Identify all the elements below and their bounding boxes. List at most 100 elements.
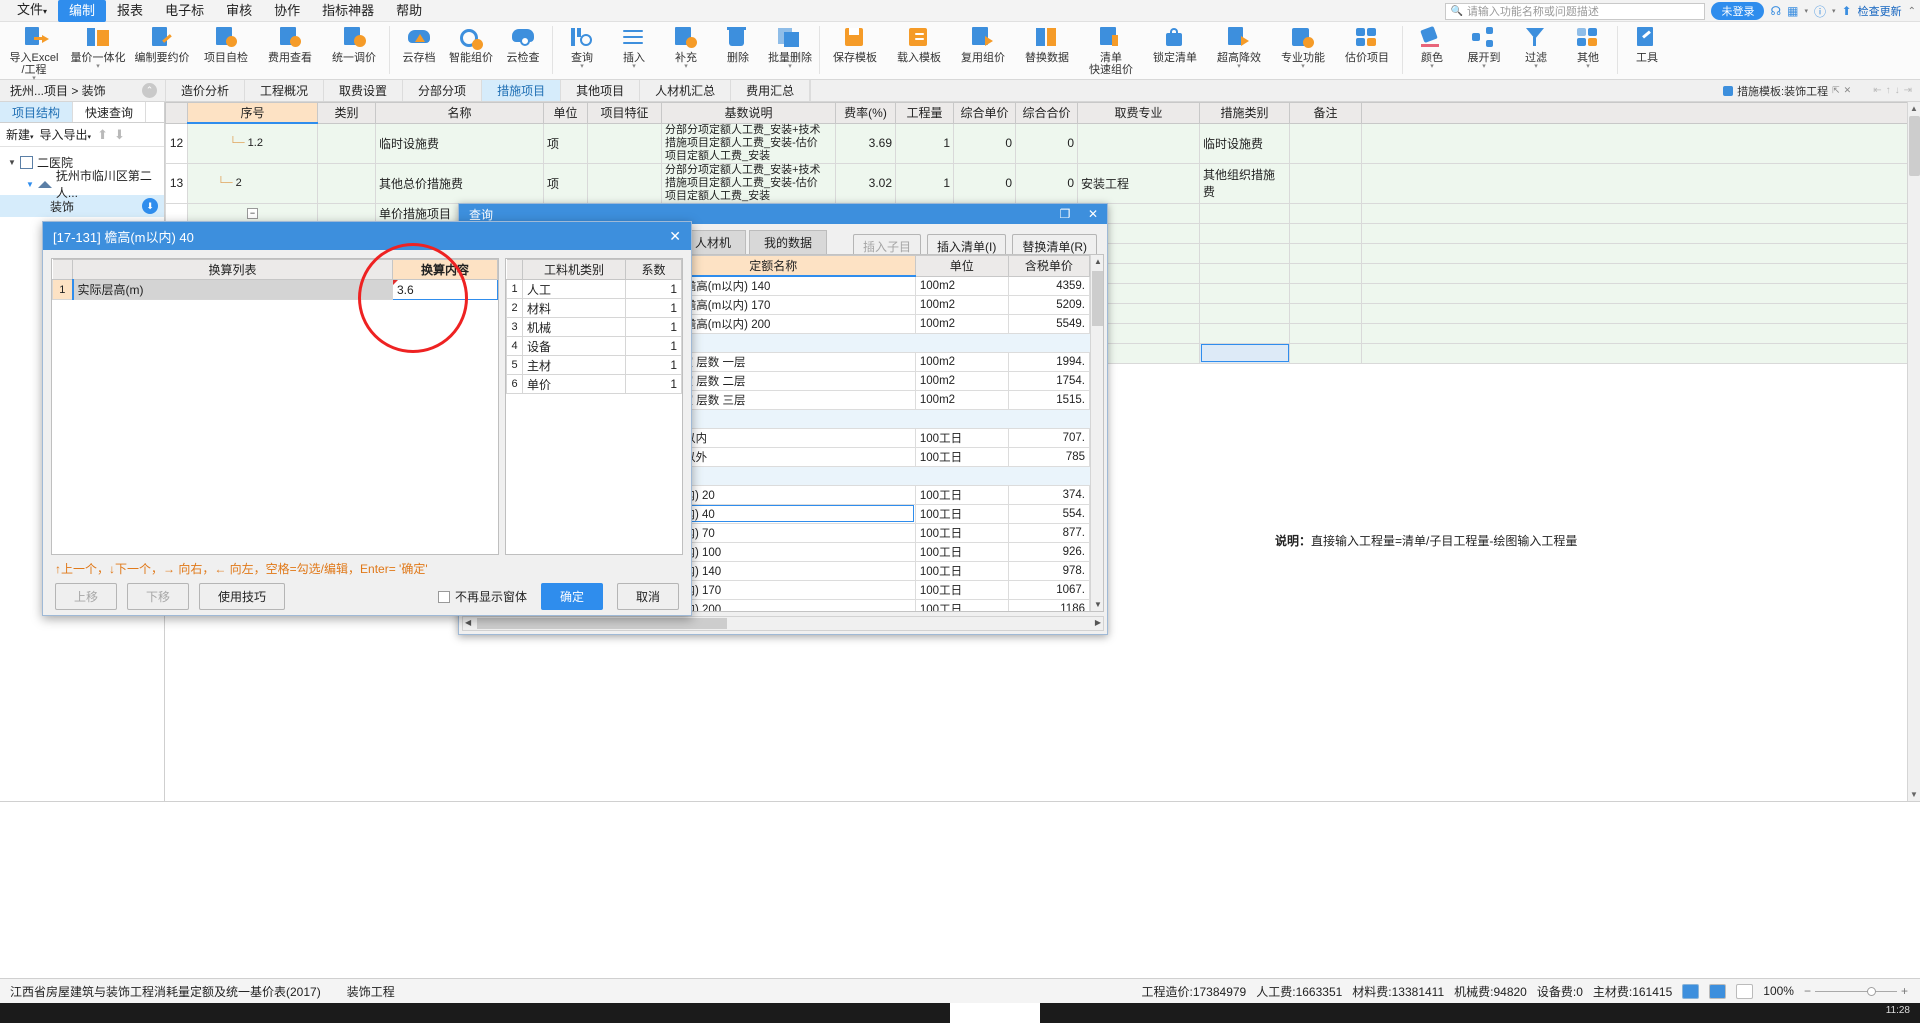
grid-apps-icon[interactable]: ▦ (1787, 4, 1798, 18)
col-header-remark[interactable]: 备注 (1289, 102, 1362, 124)
cell-seq[interactable]: └─ 2 (187, 162, 318, 204)
ribbon-estimate-project[interactable]: 估价项目 (1335, 24, 1399, 64)
kcell-label[interactable]: 机械 (522, 317, 626, 337)
col-header-feature[interactable]: 项目特征 (587, 102, 662, 124)
ribbon-cloud-archive[interactable]: 云存档 (393, 24, 445, 64)
qcell-unit[interactable]: 100工日 (914, 522, 1009, 543)
ribbon-smart-price[interactable]: 智能组价 (445, 24, 497, 64)
move-down-icon[interactable]: ⬇ (114, 127, 125, 143)
qcell-price[interactable]: 554. (1007, 503, 1090, 524)
qcell-unit[interactable]: 100工日 (914, 560, 1009, 581)
col-header-seq[interactable]: 序号 (187, 102, 318, 124)
col-header-total-price[interactable]: 综合合价 (1015, 102, 1078, 124)
qcell-unit[interactable]: 100m2 (914, 370, 1009, 391)
nav-first-icon[interactable]: ⇤ (1873, 85, 1881, 96)
cell-seq[interactable]: └─ 1.2 (187, 122, 318, 164)
qcell-price[interactable]: 1186 (1007, 598, 1090, 611)
new-button[interactable]: 新建▾ (6, 126, 34, 143)
ribbon-unified-price[interactable]: 统一调价 (322, 24, 386, 64)
qcell-unit[interactable]: 100工日 (914, 427, 1009, 448)
cell-measure-type[interactable]: 其他组织措施费 (1199, 162, 1290, 204)
info-icon[interactable]: ⓘ (1814, 3, 1826, 20)
usage-tips-button[interactable]: 使用技巧 (199, 582, 286, 610)
qcell-price[interactable]: 926. (1007, 541, 1090, 562)
collapse-panel-icon[interactable]: ⌃ (142, 83, 157, 98)
cell-feature[interactable] (587, 122, 662, 164)
close-icon[interactable]: ✕ (1079, 204, 1107, 224)
menu-item-ebid[interactable]: 电子标 (154, 0, 215, 22)
col-header-base-desc[interactable]: 基数说明 (661, 102, 836, 124)
ribbon-price-quantity[interactable]: 量价一体化 ▾ (66, 24, 130, 70)
move-up-button[interactable]: 上移 (55, 582, 118, 610)
close-icon[interactable]: ✕ (669, 228, 681, 245)
tab-project-structure[interactable]: 项目结构 (0, 102, 74, 122)
tab-cost-analysis[interactable]: 造价分析 (165, 80, 245, 101)
menu-item-file[interactable]: 文件▾ (6, 0, 58, 23)
qcell-price[interactable]: 4359. (1007, 275, 1090, 296)
ribbon-cloud-check[interactable]: 云检查 (497, 24, 549, 64)
cell-measure-type[interactable] (1199, 222, 1290, 244)
kcell-coef[interactable]: 1 (625, 279, 682, 299)
qcell-unit[interactable]: 100工日 (914, 541, 1009, 562)
qcell-unit[interactable]: 100m2 (914, 389, 1009, 410)
col-header-quantity[interactable]: 工程量 (895, 102, 954, 124)
coefficient-row[interactable]: 1 人工 1 (506, 279, 682, 299)
coefficient-row[interactable]: 3 机械 1 (506, 317, 682, 337)
ribbon-replace-data[interactable]: 替换数据 (1015, 24, 1079, 64)
ribbon-insert[interactable]: 插入 ▾ (608, 24, 660, 70)
cell-seq[interactable]: − (187, 202, 318, 224)
tab-subsection-items[interactable]: 分部分项 (402, 80, 482, 101)
check-update-link[interactable]: 检查更新 (1858, 3, 1902, 19)
cell-remark[interactable] (1289, 282, 1362, 304)
cell-rate[interactable]: 3.02 (835, 162, 896, 204)
cell-remark[interactable] (1289, 242, 1362, 264)
kcol-header-coef[interactable]: 系数 (625, 259, 682, 280)
cell-category[interactable] (317, 202, 376, 224)
qcell-unit[interactable]: 100工日 (914, 579, 1009, 600)
qcell-unit[interactable]: 100工日 (914, 598, 1009, 611)
table-row[interactable]: 13 └─ 2 其他总价措施费 项 分部分项定额人工费_安装+技术 措施项目定额… (165, 162, 1920, 204)
cell-remark[interactable] (1289, 202, 1362, 224)
scroll-up-icon[interactable]: ▲ (1094, 257, 1102, 266)
scroll-left-icon[interactable]: ◀ (465, 618, 471, 627)
cell-unit-price[interactable]: 0 (953, 162, 1016, 204)
cell-base-desc[interactable]: 分部分项定额人工费_安装+技术 措施项目定额人工费_安装-估价 项目定额人工费_… (661, 122, 836, 164)
menu-item-compile[interactable]: 编制 (58, 0, 107, 22)
download-icon[interactable]: ⬇ (142, 198, 158, 214)
cell-measure-type[interactable]: 临时设施费 (1199, 122, 1290, 164)
dont-show-again-checkbox[interactable]: 不再显示窗体 (437, 588, 527, 605)
kcell-label[interactable]: 材料 (522, 298, 626, 318)
qcell-unit[interactable]: 100工日 (914, 484, 1009, 505)
tab-quick-query[interactable]: 快速查询 (73, 102, 147, 122)
scroll-down-icon[interactable]: ▼ (1094, 600, 1102, 609)
conversion-row[interactable]: 1 实际层高(m) 3.6 (52, 279, 498, 300)
collapse-ribbon-icon[interactable]: ⌃ (1908, 6, 1916, 17)
ribbon-import-excel[interactable]: 导入Excel /工程 ▾ (2, 24, 66, 82)
ribbon-batch-delete[interactable]: 批量删除 ▾ (764, 24, 816, 70)
qcell-price[interactable]: 785 (1007, 446, 1090, 467)
kcell-label[interactable]: 单价 (522, 374, 626, 394)
maximize-icon[interactable]: ❐ (1051, 204, 1079, 224)
cell-remark[interactable] (1289, 162, 1362, 204)
cell-measure-type[interactable] (1199, 202, 1290, 224)
scrollbar-thumb[interactable] (1092, 271, 1103, 326)
kcell-label[interactable]: 主材 (522, 355, 626, 375)
cell-measure-type[interactable] (1199, 282, 1290, 304)
nav-next-icon[interactable]: ↓ (1895, 85, 1900, 96)
ribbon-load-template[interactable]: 载入模板 (887, 24, 951, 64)
ribbon-query[interactable]: 查询 ▾ (556, 24, 608, 70)
qcell-price[interactable]: 1754. (1007, 370, 1090, 391)
ribbon-lock-list[interactable]: 锁定清单 (1143, 24, 1207, 64)
cell-quantity[interactable]: 1 (895, 122, 954, 164)
cell-quantity[interactable]: 1 (895, 162, 954, 204)
coefficient-row[interactable]: 6 单价 1 (506, 374, 682, 394)
cell-measure-type-selected[interactable] (1199, 342, 1290, 364)
cell-measure-type[interactable] (1199, 242, 1290, 264)
kcell-label[interactable]: 设备 (522, 336, 626, 356)
col-header-unit-price[interactable]: 综合单价 (953, 102, 1016, 124)
coefficient-row[interactable]: 5 主材 1 (506, 355, 682, 375)
kcell-coef[interactable]: 1 (625, 374, 682, 394)
tab-project-overview[interactable]: 工程概况 (244, 80, 324, 101)
qcell-price[interactable]: 707. (1007, 427, 1090, 448)
nav-last-icon[interactable]: ⇥ (1904, 85, 1912, 96)
